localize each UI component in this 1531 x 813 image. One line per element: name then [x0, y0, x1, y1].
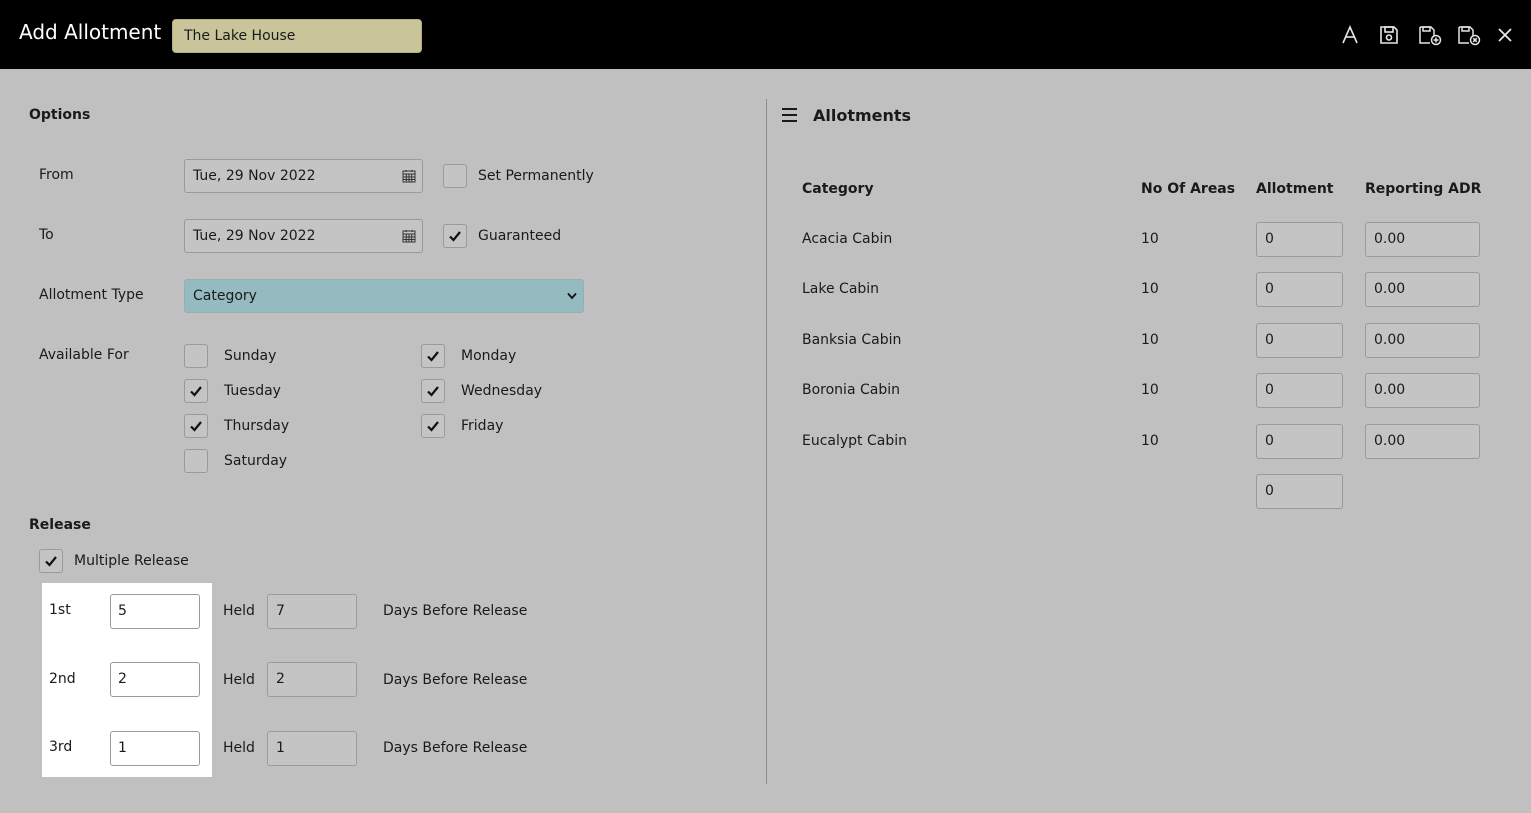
save-new-icon[interactable] — [1418, 24, 1442, 46]
multiple-release-checkbox[interactable] — [39, 549, 63, 573]
from-label: From — [39, 167, 74, 183]
category-name: Boronia Cabin — [802, 382, 900, 398]
allotment-input[interactable]: 0 — [1256, 323, 1343, 358]
checkmark-icon — [427, 421, 439, 432]
release-section-title: Release — [29, 517, 91, 533]
chevron-down-icon — [567, 292, 577, 300]
checkmark-icon — [427, 351, 439, 362]
thursday-checkbox[interactable] — [184, 414, 208, 438]
total-allotment-input[interactable]: 0 — [1256, 474, 1343, 509]
allotment-type-value: Category — [193, 288, 257, 304]
guaranteed-label: Guaranteed — [478, 228, 562, 244]
to-date-field[interactable]: Tue, 29 Nov 2022 — [184, 219, 423, 253]
held-1-input[interactable]: 7 — [267, 594, 357, 629]
held-label: Held — [223, 740, 255, 756]
available-for-label: Available For — [39, 347, 129, 363]
menu-icon[interactable] — [782, 108, 797, 122]
areas-count: 10 — [1141, 231, 1159, 247]
adr-input[interactable]: 0.00 — [1365, 222, 1480, 257]
release-3-input[interactable]: 1 — [110, 731, 200, 766]
guaranteed-checkbox[interactable] — [443, 224, 467, 248]
release-row-label: 2nd — [49, 671, 76, 687]
allotment-type-select[interactable]: Category — [184, 279, 584, 313]
adr-input[interactable]: 0.00 — [1365, 373, 1480, 408]
release-1-input[interactable]: 5 — [110, 594, 200, 629]
release-row-label: 1st — [49, 602, 71, 618]
monday-checkbox[interactable] — [421, 344, 445, 368]
held-label: Held — [223, 603, 255, 619]
saturday-label: Saturday — [224, 453, 288, 469]
options-section-title: Options — [29, 107, 91, 123]
sunday-label: Sunday — [224, 348, 277, 364]
category-name: Eucalypt Cabin — [802, 433, 907, 449]
allotment-input[interactable]: 0 — [1256, 222, 1343, 257]
areas-count: 10 — [1141, 281, 1159, 297]
checkmark-icon — [190, 421, 202, 432]
property-selector[interactable]: The Lake House — [172, 19, 422, 53]
adr-input[interactable]: 0.00 — [1365, 272, 1480, 307]
calendar-icon[interactable] — [402, 229, 416, 243]
held-label: Held — [223, 672, 255, 688]
adr-input[interactable]: 0.00 — [1365, 323, 1480, 358]
column-header-adr: Reporting ADR — [1365, 181, 1482, 197]
friday-label: Friday — [461, 418, 504, 434]
release-2-input[interactable]: 2 — [110, 662, 200, 697]
from-date-value: Tue, 29 Nov 2022 — [193, 168, 316, 184]
category-name: Acacia Cabin — [802, 231, 893, 247]
category-name: Lake Cabin — [802, 281, 880, 297]
tuesday-label: Tuesday — [224, 383, 281, 399]
font-icon[interactable] — [1339, 24, 1361, 46]
column-header-allotment: Allotment — [1256, 181, 1334, 197]
held-2-input[interactable]: 2 — [267, 662, 357, 697]
panel-divider — [766, 99, 767, 784]
calendar-icon[interactable] — [402, 169, 416, 183]
thursday-label: Thursday — [224, 418, 290, 434]
multiple-release-label: Multiple Release — [74, 553, 189, 569]
areas-count: 10 — [1141, 382, 1159, 398]
monday-label: Monday — [461, 348, 517, 364]
held-3-input[interactable]: 1 — [267, 731, 357, 766]
save-icon[interactable] — [1378, 24, 1400, 46]
allotment-input[interactable]: 0 — [1256, 373, 1343, 408]
areas-count: 10 — [1141, 433, 1159, 449]
release-row-label: 3rd — [49, 739, 73, 755]
set-permanently-label: Set Permanently — [478, 168, 594, 184]
allotments-title: Allotments — [813, 106, 912, 125]
checkmark-icon — [449, 231, 461, 242]
days-before-release-label: Days Before Release — [383, 672, 528, 688]
column-header-category: Category — [802, 181, 874, 197]
wednesday-checkbox[interactable] — [421, 379, 445, 403]
days-before-release-label: Days Before Release — [383, 603, 528, 619]
checkmark-icon — [45, 556, 57, 567]
areas-count: 10 — [1141, 332, 1159, 348]
friday-checkbox[interactable] — [421, 414, 445, 438]
category-name: Banksia Cabin — [802, 332, 902, 348]
days-before-release-label: Days Before Release — [383, 740, 528, 756]
set-permanently-checkbox[interactable] — [443, 164, 467, 188]
checkmark-icon — [190, 386, 202, 397]
to-label: To — [39, 227, 54, 243]
wednesday-label: Wednesday — [461, 383, 543, 399]
close-icon[interactable] — [1496, 24, 1514, 46]
checkmark-icon — [427, 386, 439, 397]
column-header-areas: No Of Areas — [1141, 181, 1236, 197]
sunday-checkbox[interactable] — [184, 344, 208, 368]
adr-input[interactable]: 0.00 — [1365, 424, 1480, 459]
to-date-value: Tue, 29 Nov 2022 — [193, 228, 316, 244]
save-close-icon[interactable] — [1457, 24, 1481, 46]
tuesday-checkbox[interactable] — [184, 379, 208, 403]
allotment-input[interactable]: 0 — [1256, 424, 1343, 459]
saturday-checkbox[interactable] — [184, 449, 208, 473]
page-title: Add Allotment — [19, 20, 162, 44]
top-bar: Add Allotment The Lake House — [0, 0, 1531, 69]
allotment-type-label: Allotment Type — [39, 287, 144, 303]
allotment-input[interactable]: 0 — [1256, 272, 1343, 307]
from-date-field[interactable]: Tue, 29 Nov 2022 — [184, 159, 423, 193]
